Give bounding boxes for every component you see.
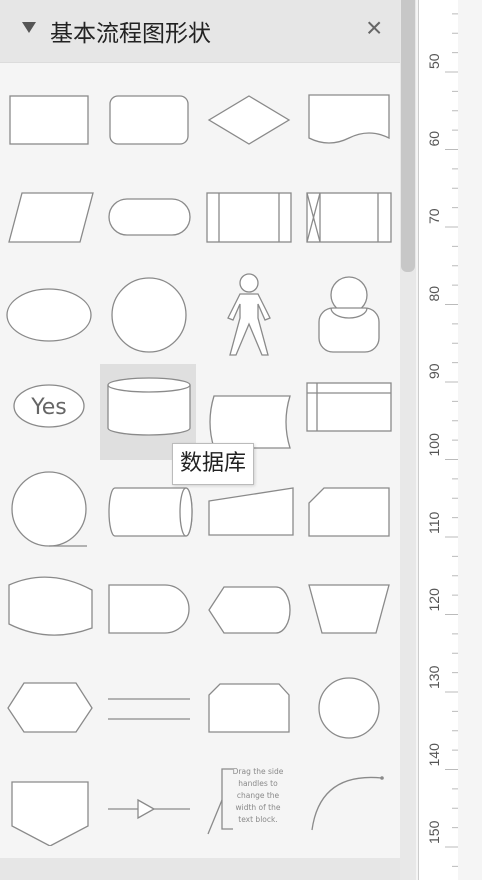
shape-tape[interactable] — [0, 552, 98, 650]
ruler-label: 120 — [426, 588, 442, 612]
ruler-label: 100 — [426, 433, 442, 457]
shape-diamond[interactable] — [200, 62, 298, 160]
ruler-label: 140 — [426, 743, 442, 767]
shape-or-arrow[interactable] — [100, 748, 198, 846]
shape-terminator[interactable] — [100, 160, 198, 258]
ruler-label: 130 — [426, 665, 442, 689]
shape-manual-operation[interactable] — [300, 552, 398, 650]
ruler-label: 110 — [426, 511, 442, 534]
shape-stored-data[interactable] — [200, 356, 298, 454]
shape-database[interactable] — [100, 356, 198, 454]
annotation-text-line: handles to — [238, 779, 278, 788]
ruler-label: 90 — [426, 363, 442, 379]
scrollbar-thumb[interactable] — [401, 0, 415, 272]
shape-sequential-data[interactable] — [0, 454, 98, 552]
panel-title: 基本流程图形状 — [50, 21, 211, 47]
shape-yes-ellipse[interactable]: Yes — [0, 356, 98, 454]
shape-actor[interactable] — [200, 258, 298, 356]
shape-tooltip: 数据库 — [172, 443, 255, 485]
canvas-gutter — [458, 0, 482, 880]
yes-label: Yes — [30, 395, 67, 420]
shape-circle[interactable] — [100, 258, 198, 356]
shape-hexagon[interactable] — [0, 650, 98, 748]
shape-annotation[interactable]: Drag the side handles to change the width o… — [200, 748, 298, 846]
ruler-label: 150 — [426, 820, 442, 844]
annotation-text-line: Drag the side — [233, 767, 284, 776]
shape-rounded-rectangle[interactable] — [100, 62, 198, 160]
shape-loop-limit[interactable] — [200, 650, 298, 748]
ruler-label: 70 — [426, 208, 442, 224]
shape-user[interactable] — [300, 258, 398, 356]
shape-parallel-mode[interactable] — [100, 650, 198, 748]
shape-library-panel: 基本流程图形状 × Yes Drag the side handles to chan… — [0, 0, 400, 880]
shape-delay[interactable] — [100, 552, 198, 650]
shape-internal-storage[interactable] — [300, 160, 398, 258]
next-section-header[interactable] — [0, 858, 400, 880]
triangle-down-icon[interactable] — [22, 22, 36, 33]
shape-arc[interactable] — [300, 748, 398, 846]
annotation-text-line: width of the — [236, 803, 281, 812]
ruler-label: 80 — [426, 286, 442, 302]
shape-card[interactable] — [300, 454, 398, 552]
shape-table[interactable] — [300, 356, 398, 454]
ruler-ticks: 50 60 70 80 90 100 110 120 130 140 150 — [426, 13, 459, 867]
ruler-label: 60 — [426, 131, 442, 147]
shape-display[interactable] — [200, 552, 298, 650]
ruler-label: 50 — [426, 53, 442, 69]
shape-rectangle[interactable] — [0, 62, 98, 160]
vertical-ruler: 50 60 70 80 90 100 110 120 130 140 150 — [418, 0, 460, 880]
shape-document[interactable] — [300, 62, 398, 160]
shape-ellipse[interactable] — [0, 258, 98, 356]
annotation-text-line: change the — [237, 791, 280, 800]
annotation-text-line: text block. — [238, 815, 277, 824]
shape-process[interactable] — [200, 160, 298, 258]
shape-connector[interactable] — [300, 650, 398, 748]
panel-header[interactable]: 基本流程图形状 × — [0, 0, 400, 63]
shape-off-page-reference[interactable] — [0, 748, 98, 846]
shape-parallelogram[interactable] — [0, 160, 98, 258]
close-icon[interactable]: × — [366, 12, 382, 44]
